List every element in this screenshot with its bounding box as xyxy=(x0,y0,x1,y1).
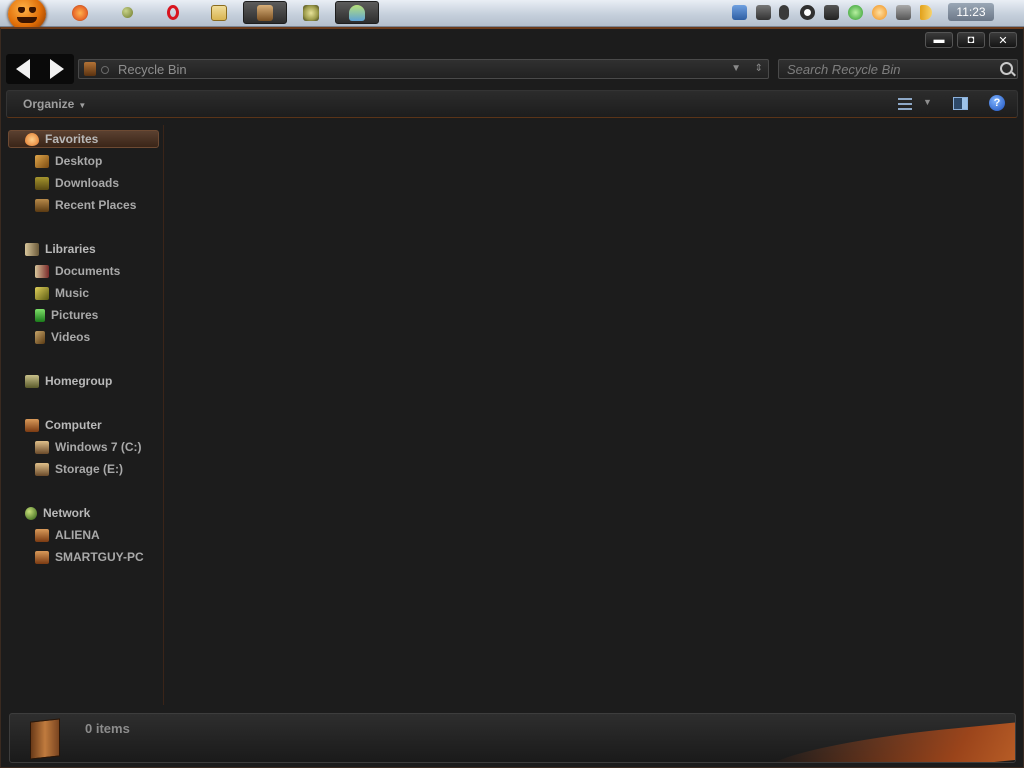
homegroup-icon xyxy=(25,374,39,388)
monitor-app-icon[interactable] xyxy=(732,5,747,20)
taskbar-button-windows-stack[interactable] xyxy=(197,1,241,24)
camera-icon[interactable] xyxy=(824,5,839,20)
nav-item-videos[interactable]: Videos xyxy=(35,328,90,346)
close-button[interactable]: ✕ xyxy=(989,32,1017,48)
network-icon xyxy=(25,506,37,520)
taskbar-button-messenger[interactable] xyxy=(335,1,379,24)
usb-icon[interactable] xyxy=(756,5,771,20)
music-icon xyxy=(35,286,49,300)
minimize-icon: ▬ xyxy=(933,34,945,46)
favorites-star-icon xyxy=(25,132,39,146)
windows-stack-icon xyxy=(211,4,227,21)
desktop-icon xyxy=(35,154,49,168)
nav-network[interactable]: Network xyxy=(25,504,90,522)
pumpkin-mouth-icon xyxy=(17,17,37,23)
address-text[interactable]: Recycle Bin xyxy=(118,62,187,77)
preview-pane-icon[interactable] xyxy=(953,97,968,110)
maximize-icon: ◘ xyxy=(967,34,975,46)
nav-libraries[interactable]: Libraries xyxy=(25,240,96,258)
navigation-buttons xyxy=(6,54,74,84)
address-bar[interactable]: Recycle Bin ▼ ⇕ xyxy=(78,59,769,79)
display-icon[interactable] xyxy=(896,5,911,20)
forward-button[interactable] xyxy=(50,59,64,79)
breadcrumb-separator-icon[interactable] xyxy=(101,66,109,74)
nav-item-recent-places[interactable]: Recent Places xyxy=(35,196,136,214)
refresh-icon[interactable]: ⇕ xyxy=(755,63,763,74)
hard-drive-icon xyxy=(35,440,49,454)
bluetooth-icon[interactable] xyxy=(779,5,789,20)
search-icon[interactable] xyxy=(1000,62,1013,75)
taskbar-button-opera[interactable] xyxy=(151,1,195,24)
change-view-icon[interactable] xyxy=(898,97,912,111)
nav-homegroup[interactable]: Homegroup xyxy=(25,372,112,390)
pictures-icon xyxy=(35,308,45,322)
recycle-bin-icon xyxy=(30,718,60,760)
nav-item-network-aliena[interactable]: ALIENA xyxy=(35,526,100,544)
nav-item-documents[interactable]: Documents xyxy=(35,262,120,280)
organize-button[interactable]: Organize ▼ xyxy=(23,97,86,111)
recent-places-icon xyxy=(35,198,49,212)
explorer-folder-icon xyxy=(257,4,273,21)
back-button[interactable] xyxy=(16,59,30,79)
taskbar-button-firefox[interactable] xyxy=(58,1,102,24)
nav-favorites[interactable]: Favorites xyxy=(25,130,98,148)
nav-item-drive-e[interactable]: Storage (E:) xyxy=(35,460,123,478)
search-input[interactable]: Search Recycle Bin xyxy=(787,62,900,77)
pumpkin-eye-icon xyxy=(29,7,36,13)
search-box[interactable]: Search Recycle Bin xyxy=(778,59,1018,79)
nav-item-music[interactable]: Music xyxy=(35,284,89,302)
help-icon[interactable]: ? xyxy=(989,95,1005,111)
maximize-button[interactable]: ◘ xyxy=(957,32,985,48)
pumpkin-eye-icon xyxy=(18,7,25,13)
minimize-button[interactable]: ▬ xyxy=(925,32,953,48)
green-status-icon[interactable] xyxy=(848,5,863,20)
videos-icon xyxy=(35,330,45,344)
taskbar: 11:23 xyxy=(0,0,1024,31)
command-bar: Organize ▼ ▼ ? xyxy=(6,90,1018,118)
decorative-swoosh xyxy=(754,718,1015,762)
nav-item-pictures[interactable]: Pictures xyxy=(35,306,98,324)
navigation-pane: Favorites Desktop Downloads Recent Place… xyxy=(1,125,164,705)
details-pane: 0 items xyxy=(9,713,1016,763)
firefox-icon xyxy=(72,4,88,21)
computer-icon xyxy=(25,418,39,432)
volume-icon[interactable] xyxy=(920,5,932,20)
ball-icon xyxy=(121,7,133,18)
documents-icon xyxy=(35,264,49,278)
nav-item-downloads[interactable]: Downloads xyxy=(35,174,119,192)
window-controls: ▬ ◘ ✕ xyxy=(925,32,1017,48)
nav-computer[interactable]: Computer xyxy=(25,416,102,434)
nav-item-desktop[interactable]: Desktop xyxy=(35,152,102,170)
nav-item-drive-c[interactable]: Windows 7 (C:) xyxy=(35,438,142,456)
taskbar-button-app[interactable] xyxy=(289,1,333,24)
clock[interactable]: 11:23 xyxy=(948,3,994,21)
file-list-area[interactable] xyxy=(164,125,1024,705)
organize-label: Organize xyxy=(23,97,75,111)
system-tray: 11:23 xyxy=(724,0,1024,26)
orange-clock-icon[interactable] xyxy=(872,5,887,20)
nav-item-network-smartguy-pc[interactable]: SMARTGUY-PC xyxy=(35,548,144,566)
libraries-icon xyxy=(25,242,39,256)
recycle-bin-icon xyxy=(84,62,96,76)
network-globe-icon[interactable] xyxy=(800,5,815,20)
app-disc-icon xyxy=(303,4,319,21)
network-computer-icon xyxy=(35,550,49,564)
hard-drive-icon xyxy=(35,462,49,476)
chevron-down-icon: ▼ xyxy=(78,101,87,110)
view-options-chevron-icon[interactable]: ▼ xyxy=(923,97,932,107)
network-computer-icon xyxy=(35,528,49,542)
messenger-icon xyxy=(349,4,365,21)
address-dropdown-icon[interactable]: ▼ xyxy=(731,63,741,74)
close-icon: ✕ xyxy=(998,34,1008,47)
explorer-window: ▬ ◘ ✕ Recycle Bin ▼ ⇕ Search Recycle Bin… xyxy=(0,27,1024,768)
item-count: 0 items xyxy=(85,721,130,736)
taskbar-button-ball[interactable] xyxy=(105,1,149,24)
opera-icon xyxy=(167,5,179,20)
taskbar-button-explorer[interactable] xyxy=(243,1,287,24)
downloads-folder-icon xyxy=(35,176,49,190)
